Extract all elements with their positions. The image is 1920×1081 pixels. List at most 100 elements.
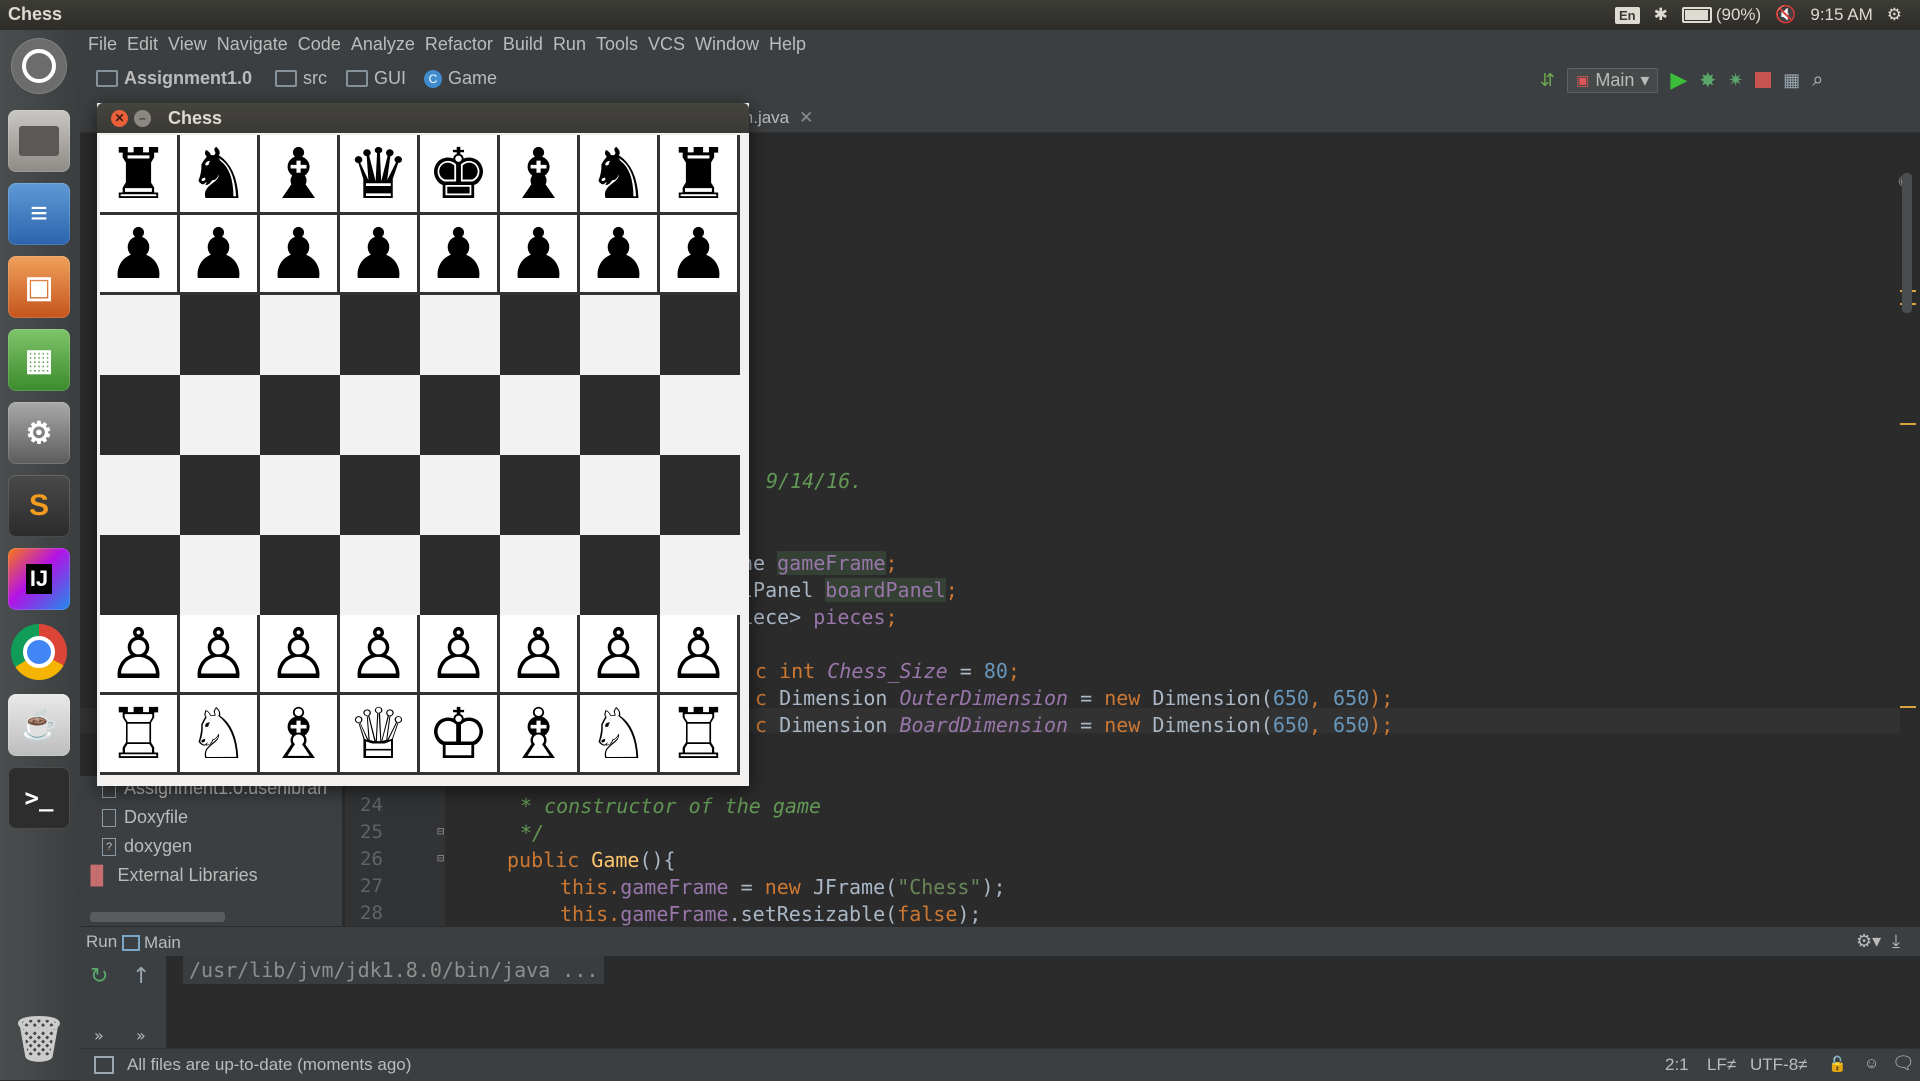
chess-square-b2[interactable]: ♙ [180, 614, 260, 695]
menu-analyze[interactable]: Analyze [351, 34, 415, 55]
project-item[interactable]: Doxyfile [102, 807, 188, 828]
trash-icon[interactable]: 🗑 [8, 1008, 70, 1070]
caret-position[interactable]: 2:1 [1665, 1055, 1689, 1075]
chess-square-g5[interactable] [580, 375, 660, 455]
breadcrumb-project[interactable]: Assignment1.0 [96, 68, 252, 89]
chess-square-e3[interactable] [420, 535, 500, 615]
chess-square-c7[interactable]: ♟ [260, 214, 340, 295]
chess-square-e4[interactable] [420, 455, 500, 535]
chess-square-d8[interactable]: ♛ [340, 134, 420, 215]
chess-square-f3[interactable] [500, 535, 580, 615]
menu-vcs[interactable]: VCS [648, 34, 685, 55]
chess-square-e8[interactable]: ♚ [420, 134, 500, 215]
menu-run[interactable]: Run [553, 34, 586, 55]
chess-square-c3[interactable] [260, 535, 340, 615]
files-icon[interactable] [8, 110, 70, 172]
minimize-icon[interactable]: – [134, 110, 151, 127]
gear-icon[interactable]: ⚙▾ [1856, 931, 1881, 952]
chess-square-g1[interactable]: ♘ [580, 694, 660, 775]
volume-mute-icon[interactable]: 🔇 [1775, 5, 1796, 25]
line-separator[interactable]: LF≠ [1707, 1055, 1736, 1075]
libreoffice-calc-icon[interactable]: ▦ [8, 329, 70, 391]
menu-code[interactable]: Code [298, 34, 341, 55]
chess-square-d4[interactable] [340, 455, 420, 535]
project-structure-icon[interactable]: ▦ [1783, 70, 1800, 91]
libreoffice-writer-icon[interactable]: ≡ [8, 183, 70, 245]
chess-square-b7[interactable]: ♟ [180, 214, 260, 295]
chess-square-a2[interactable]: ♙ [100, 614, 180, 695]
menu-view[interactable]: View [168, 34, 207, 55]
fold-icon[interactable]: ⊟ [437, 824, 444, 838]
editor-tab[interactable]: in.java ✕ [740, 105, 813, 131]
chess-window-titlebar[interactable]: ✕ – Chess [97, 103, 749, 133]
breadcrumb-game[interactable]: C Game [424, 68, 497, 89]
battery-indicator[interactable]: (90%) [1681, 5, 1761, 25]
chess-square-a7[interactable]: ♟ [100, 214, 180, 295]
chess-square-b3[interactable] [180, 535, 260, 615]
chess-square-d2[interactable]: ♙ [340, 614, 420, 695]
chess-square-b8[interactable]: ♞ [180, 134, 260, 215]
chess-square-b6[interactable] [180, 295, 260, 375]
chess-square-g6[interactable] [580, 295, 660, 375]
arrow-up-icon[interactable]: ↑ [132, 964, 150, 989]
editor-scrollbar[interactable] [1902, 173, 1912, 313]
sublime-text-icon[interactable]: S [8, 475, 70, 537]
chess-square-b4[interactable] [180, 455, 260, 535]
chess-square-a8[interactable]: ♜ [100, 134, 180, 215]
chess-square-e5[interactable] [420, 375, 500, 455]
libreoffice-impress-icon[interactable]: ▣ [8, 256, 70, 318]
chess-square-g4[interactable] [580, 455, 660, 535]
run-icon[interactable]: ▶ [1670, 67, 1687, 93]
event-log-icon[interactable]: 🗨 [1892, 1053, 1915, 1074]
vcs-update-icon[interactable]: ⇵ [1540, 70, 1555, 91]
project-item-external-libraries[interactable]: ▐▌ External Libraries [84, 865, 258, 886]
keyboard-layout-indicator[interactable]: En [1614, 6, 1640, 24]
close-icon[interactable]: ✕ [799, 108, 813, 128]
horizontal-scrollbar[interactable] [90, 912, 225, 922]
chess-square-a3[interactable] [100, 535, 180, 615]
coverage-icon[interactable]: ✷ [1728, 70, 1743, 91]
lock-icon[interactable]: 🔓 [1828, 1055, 1847, 1073]
clock[interactable]: 9:15 AM [1810, 5, 1872, 25]
hide-icon[interactable]: ⤓ [1892, 931, 1900, 952]
ubuntu-dash-icon[interactable] [11, 38, 67, 94]
chess-square-g3[interactable] [580, 535, 660, 615]
menu-tools[interactable]: Tools [596, 34, 638, 55]
bluetooth-icon[interactable]: ✱ [1654, 5, 1668, 25]
chrome-icon[interactable] [8, 621, 70, 683]
chess-square-d3[interactable] [340, 535, 420, 615]
chess-square-c5[interactable] [260, 375, 340, 455]
search-icon[interactable]: ⌕ [1812, 69, 1823, 92]
intellij-idea-icon[interactable]: IJ [8, 548, 70, 610]
menu-build[interactable]: Build [503, 34, 543, 55]
chess-square-c1[interactable]: ♗ [260, 694, 340, 775]
chess-square-c4[interactable] [260, 455, 340, 535]
chess-square-h1[interactable]: ♖ [660, 694, 740, 775]
chess-square-e2[interactable]: ♙ [420, 614, 500, 695]
chess-square-h4[interactable] [660, 455, 740, 535]
terminal-icon[interactable]: >_ [8, 767, 70, 829]
chess-square-d1[interactable]: ♕ [340, 694, 420, 775]
file-encoding[interactable]: UTF-8≠ [1750, 1055, 1808, 1075]
chess-square-h8[interactable]: ♜ [660, 134, 740, 215]
chess-square-b1[interactable]: ♘ [180, 694, 260, 775]
project-item[interactable]: ? doxygen [102, 836, 192, 857]
chess-square-b5[interactable] [180, 375, 260, 455]
menu-refactor[interactable]: Refactor [425, 34, 493, 55]
chess-square-h3[interactable] [660, 535, 740, 615]
chess-square-a6[interactable] [100, 295, 180, 375]
breadcrumb-gui[interactable]: GUI [346, 68, 406, 89]
chess-square-h6[interactable] [660, 295, 740, 375]
chevron-right-icon[interactable]: » [136, 1026, 146, 1045]
run-tool-label[interactable]: Run [86, 932, 117, 952]
chess-square-d6[interactable] [340, 295, 420, 375]
menu-window[interactable]: Window [695, 34, 759, 55]
rerun-icon[interactable]: ↻ [90, 964, 108, 989]
chess-square-h7[interactable]: ♟ [660, 214, 740, 295]
chess-square-a4[interactable] [100, 455, 180, 535]
java-icon[interactable]: ☕ [8, 694, 70, 756]
tool-windows-icon[interactable] [94, 1056, 114, 1074]
chess-square-e7[interactable]: ♟ [420, 214, 500, 295]
chess-square-c2[interactable]: ♙ [260, 614, 340, 695]
chess-square-e6[interactable] [420, 295, 500, 375]
